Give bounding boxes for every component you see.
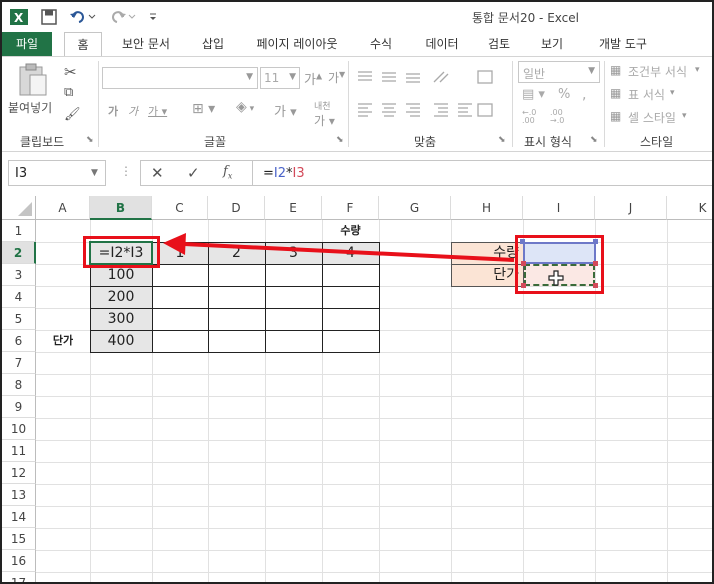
worksheet-grid[interactable]: A B C D E F G H I J K 1 2 3 4 5 6 7 8 9 …: [2, 196, 712, 582]
alignment-launcher-icon[interactable]: ⬊: [498, 135, 506, 145]
copy-icon[interactable]: ⧉: [64, 85, 73, 100]
increase-decimal-icon[interactable]: ←.0.00: [522, 109, 536, 125]
percent-icon[interactable]: %: [558, 87, 570, 102]
font-size-box[interactable]: 11 ▼: [260, 67, 300, 89]
tab-data[interactable]: 데이터: [416, 32, 468, 56]
conditional-format-icon[interactable]: ▦: [610, 63, 621, 77]
tab-developer[interactable]: 개발 도구: [584, 32, 662, 56]
excel-logo-icon: X: [10, 7, 28, 27]
format-painter-icon[interactable]: 🖌: [64, 107, 81, 122]
paste-label[interactable]: 붙여넣기: [8, 99, 52, 116]
clipboard-launcher-icon[interactable]: ⬊: [86, 135, 94, 145]
formula-text: =: [263, 166, 274, 181]
undo-icon[interactable]: [68, 7, 98, 27]
decrease-decimal-icon[interactable]: .00 →.0: [550, 109, 564, 125]
customize-toolbar-icon[interactable]: [146, 7, 160, 27]
tab-formulas[interactable]: 수식: [360, 32, 402, 56]
redo-icon[interactable]: [108, 7, 138, 27]
group-number-label: 표시 형식: [524, 135, 572, 149]
separator: [604, 61, 605, 147]
chevron-down-icon[interactable]: ▾: [670, 88, 675, 98]
formula-bar: I3 ▼ ⋮ ✕ ✓ fx =I2*I3: [2, 160, 712, 188]
chevron-down-icon[interactable]: ▾: [682, 111, 687, 121]
group-alignment-label: 맞춤: [414, 135, 437, 149]
tab-file[interactable]: 파일: [2, 32, 52, 56]
formula-buttons: ✕ ✓ fx: [140, 160, 252, 186]
font-name-box[interactable]: ▼: [102, 67, 258, 89]
tab-security[interactable]: 보안 문서: [110, 32, 182, 56]
tab-home[interactable]: 홈: [64, 32, 102, 57]
cell-style-label[interactable]: 셀 스타일: [628, 109, 676, 126]
shrink-font-icon[interactable]: 가▼: [328, 69, 345, 86]
window-title: 통합 문서20 - Excel: [472, 11, 579, 25]
cancel-icon[interactable]: ✕: [151, 164, 164, 182]
fill-color-icon[interactable]: ◈ ▾: [236, 99, 254, 115]
font-launcher-icon[interactable]: ⬊: [336, 135, 344, 145]
bold-icon[interactable]: 가: [108, 103, 118, 119]
align-top-icons[interactable]: [356, 69, 496, 88]
align-horizontal-icons[interactable]: [356, 101, 496, 120]
cell-style-icon[interactable]: ▦: [610, 109, 621, 123]
excel-window: X 통합 문서20 - Excel 파일 홈 보안 문서 삽입 페이지 레이아웃…: [0, 0, 714, 584]
paste-icon[interactable]: [16, 63, 50, 102]
ribbon-tabs: 파일 홈 보안 문서 삽입 페이지 레이아웃 수식 데이터 검토 보기 개발 도…: [2, 32, 712, 57]
name-box[interactable]: I3 ▼: [8, 160, 106, 186]
formula-reference: I2: [273, 166, 287, 181]
cut-icon[interactable]: ✂: [64, 63, 77, 81]
number-launcher-icon[interactable]: ⬊: [590, 135, 598, 145]
italic-icon[interactable]: 가: [128, 103, 138, 119]
number-format-box[interactable]: 일반 ▼: [518, 61, 600, 83]
font-color-icon[interactable]: 가 ▾: [274, 101, 297, 120]
formula-input[interactable]: =I2*I3: [252, 160, 712, 186]
underline-icon[interactable]: 가 ▾: [148, 103, 167, 119]
table-format-label[interactable]: 표 서식: [628, 86, 665, 103]
separator: [512, 61, 513, 147]
tab-insert[interactable]: 삽입: [192, 32, 234, 56]
comma-icon[interactable]: ,: [582, 87, 586, 103]
separator: [348, 61, 349, 147]
separator: [98, 61, 99, 147]
title-bar: X 통합 문서20 - Excel: [2, 2, 712, 32]
ribbon: 붙여넣기 ✂ ⧉ 🖌 클립보드 ⬊ ▼ 11 ▼ 가▲ 가▼ 가 가 가 ▾ ⊞…: [2, 56, 712, 152]
enter-icon[interactable]: ✓: [187, 164, 200, 182]
annotation-arrow: [163, 233, 515, 262]
formula-reference: I3: [292, 166, 305, 181]
grow-font-icon[interactable]: 가▲: [304, 69, 322, 88]
chevron-down-icon[interactable]: ▾: [695, 65, 700, 75]
accounting-format-icon[interactable]: ▤ ▾: [522, 87, 545, 102]
tab-view[interactable]: 보기: [530, 32, 574, 56]
phonetic-icon[interactable]: 내천 가 ▾: [314, 99, 335, 129]
group-font-label: 글꼴: [204, 135, 227, 149]
save-icon[interactable]: [40, 7, 58, 27]
border-icon[interactable]: ⊞ ▾: [192, 101, 215, 117]
tab-page-layout[interactable]: 페이지 레이아웃: [244, 32, 350, 56]
conditional-format-label[interactable]: 조건부 서식: [628, 63, 687, 80]
group-clipboard-label: 클립보드: [20, 135, 65, 149]
insert-function-icon[interactable]: fx: [223, 164, 232, 181]
tab-review[interactable]: 검토: [478, 32, 520, 56]
svg-text:X: X: [14, 11, 24, 25]
table-format-icon[interactable]: ▦: [610, 86, 621, 100]
group-styles-label: 스타일: [640, 135, 674, 149]
formula-bar-grip-icon: ⋮: [120, 164, 132, 178]
